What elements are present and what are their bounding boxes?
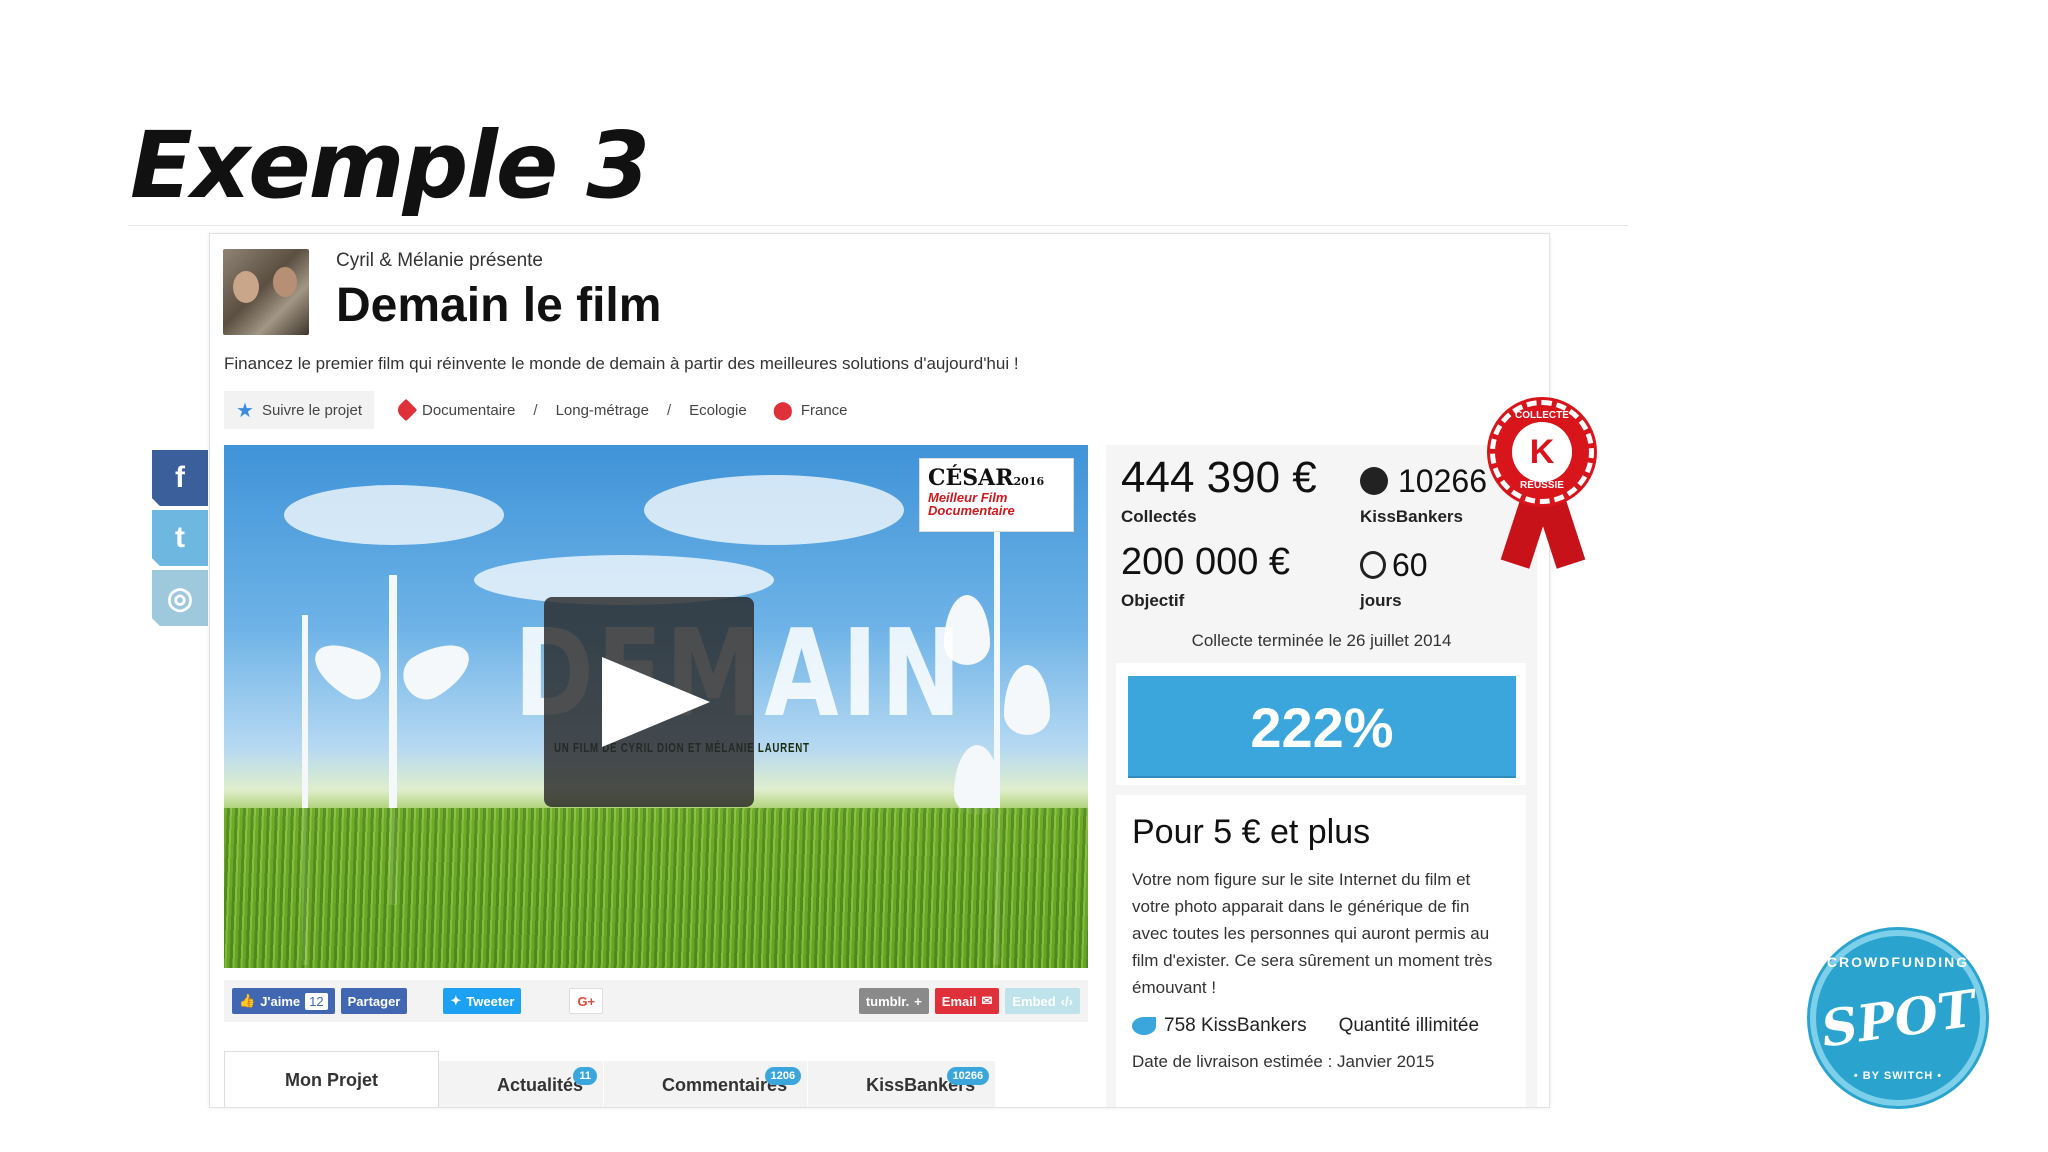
category-tag[interactable]: Long-métrage	[556, 402, 649, 419]
presenter-text: Cyril & Mélanie présente	[336, 250, 543, 271]
days-count: 60	[1392, 547, 1428, 583]
embed-button[interactable]: Embed ‹/›	[1005, 988, 1080, 1014]
stopwatch-icon	[1360, 551, 1386, 579]
avatar	[223, 249, 309, 335]
share-toolbar: 👍 J'aime 12 Partager ✦ Tweeter G+ tumblr…	[224, 980, 1088, 1022]
envelope-icon: ✉	[981, 993, 993, 1008]
amount-collected: 444 390 €	[1121, 453, 1317, 502]
play-button[interactable]	[544, 597, 754, 807]
tag-icon	[394, 398, 418, 422]
email-button[interactable]: Email ✉	[934, 988, 1000, 1014]
gplus-button[interactable]: G+	[569, 988, 604, 1014]
video-player[interactable]: DEMAIN UN FILM DE CYRIL DION ET MÉLANIE …	[224, 445, 1088, 968]
thumbs-up-icon: 👍	[239, 993, 256, 1008]
crowdfunding-spot-logo: CROWDFUNDING SPOT • BY SWITCH •	[1810, 930, 1986, 1106]
location-tag[interactable]: France	[801, 402, 848, 419]
funding-progress-bar: 222%	[1128, 676, 1516, 778]
twitter-icon[interactable]: t	[152, 510, 208, 566]
goal-label: Objectif	[1121, 591, 1185, 610]
location-pin-icon: ⬤	[772, 399, 793, 420]
reward-quantity: Quantité illimitée	[1338, 1015, 1480, 1036]
tab-kissbankers[interactable]: KissBankers 10266	[808, 1061, 997, 1107]
tab-actualites[interactable]: Actualités 11	[439, 1061, 605, 1107]
facebook-share-button[interactable]: Partager	[340, 988, 408, 1014]
globe-icon[interactable]: ◎	[152, 570, 208, 626]
campaign-ended-text: Collecte terminée le 26 juillet 2014	[1191, 631, 1452, 650]
tumblr-button[interactable]: tumblr. +	[858, 988, 929, 1014]
tab-badge: 1206	[764, 1067, 802, 1085]
facebook-icon[interactable]: f	[152, 450, 208, 506]
tab-mon-projet[interactable]: Mon Projet	[224, 1051, 439, 1107]
reward-description: Votre nom figure sur le site Internet du…	[1132, 870, 1493, 997]
title-divider	[128, 225, 1628, 226]
follow-button[interactable]: ★ Suivre le projet	[224, 391, 374, 429]
success-ribbon-badge: COLLECTE K RÉUSSIE	[1490, 400, 1594, 570]
star-icon: ★	[236, 399, 254, 422]
project-card: Cyril & Mélanie présente Demain le film …	[209, 233, 1550, 1108]
project-title: Demain le film	[336, 279, 662, 332]
kisskiss-logo-icon: K	[1512, 422, 1572, 482]
kissbankers-icon	[1360, 467, 1388, 495]
facebook-like-button[interactable]: 👍 J'aime 12	[232, 988, 335, 1014]
days-label: jours	[1360, 591, 1402, 610]
tweet-button[interactable]: ✦ Tweeter	[443, 988, 522, 1014]
reward-title: Pour 5 € et plus	[1132, 813, 1371, 851]
tab-badge: 10266	[946, 1067, 990, 1085]
project-tagline: Financez le premier film qui réinvente l…	[224, 354, 1019, 373]
follow-label: Suivre le projet	[261, 401, 362, 419]
award-badge: CÉSAR2016 Meilleur Film Documentaire	[919, 458, 1074, 532]
backers-label: KissBankers	[1360, 507, 1464, 526]
amount-collected-label: Collectés	[1121, 507, 1197, 526]
tab-badge: 11	[573, 1067, 598, 1085]
slide-title: Exemple 3	[130, 112, 650, 219]
funding-sidebar: 444 390 € Collectés 10266 KissBankers 20…	[1106, 445, 1537, 1107]
project-tags: ★ Suivre le projet Documentaire / Long-m…	[224, 391, 848, 429]
category-tag[interactable]: Documentaire	[394, 398, 515, 422]
tab-commentaires[interactable]: Commentaires 1206	[604, 1061, 809, 1107]
reward-card[interactable]: Pour 5 € et plus Votre nom figure sur le…	[1116, 795, 1526, 1107]
reward-backers: 758 KissBankers	[1164, 1015, 1307, 1036]
twitter-icon: ✦	[450, 993, 462, 1008]
reward-delivery-date: Date de livraison estimée : Janvier 2015	[1132, 1052, 1435, 1071]
side-share-bar: f t ◎	[152, 450, 210, 630]
play-icon	[602, 657, 710, 747]
backers-count: 10266	[1398, 463, 1487, 499]
kissbankers-icon	[1132, 1016, 1156, 1035]
code-icon: ‹/›	[1060, 993, 1073, 1009]
goal-amount: 200 000 €	[1121, 541, 1291, 583]
category-tag[interactable]: Ecologie	[689, 402, 747, 419]
project-tabs: Mon Projet Actualités 11 Commentaires 12…	[224, 1049, 1088, 1107]
